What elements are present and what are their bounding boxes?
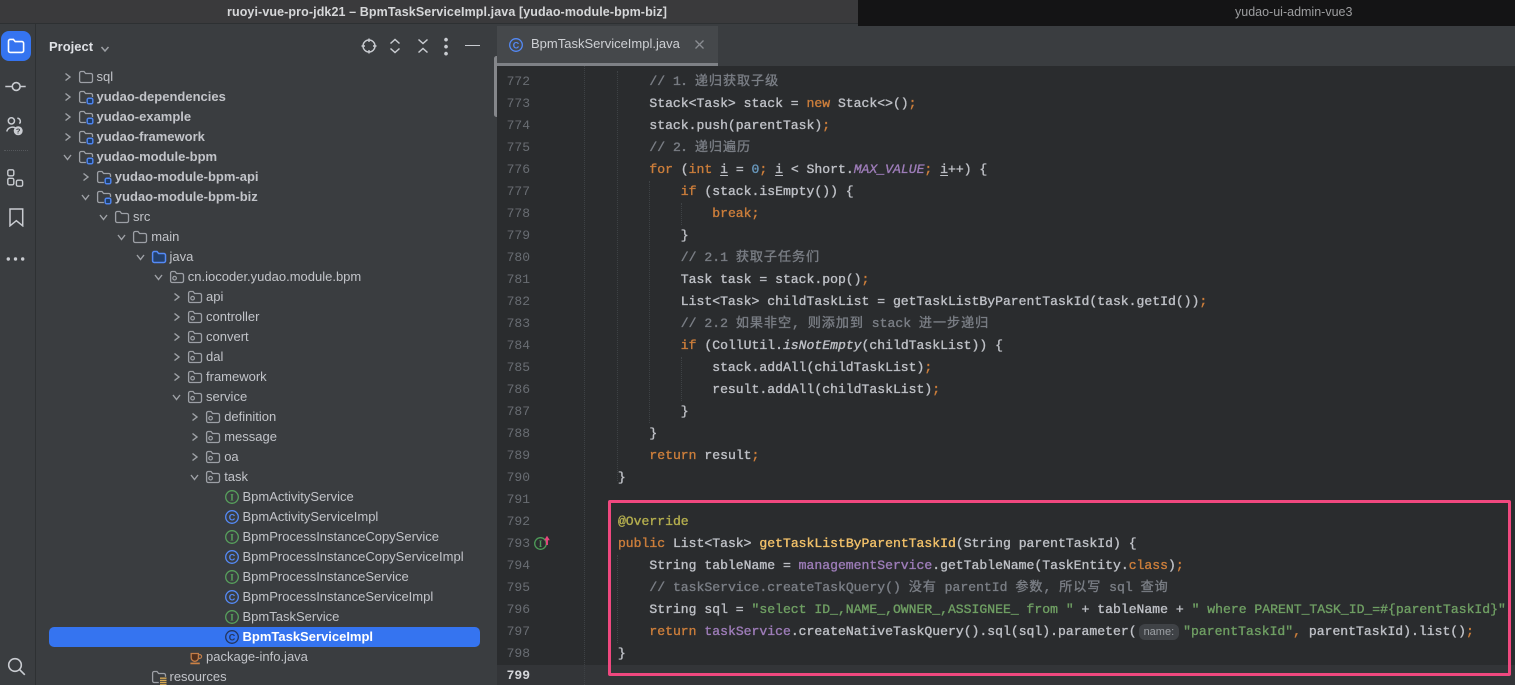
svg-text:I: I xyxy=(230,614,234,624)
svg-text:I: I xyxy=(230,494,234,504)
svg-text:I: I xyxy=(538,539,542,549)
svg-text:I: I xyxy=(230,574,234,584)
svg-text:C: C xyxy=(228,632,235,642)
svg-text:I: I xyxy=(230,534,234,544)
svg-text:C: C xyxy=(228,512,235,522)
svg-text:C: C xyxy=(228,552,235,562)
svg-text:?: ? xyxy=(16,126,21,135)
svg-text:C: C xyxy=(228,592,235,602)
svg-text:C: C xyxy=(513,40,520,50)
